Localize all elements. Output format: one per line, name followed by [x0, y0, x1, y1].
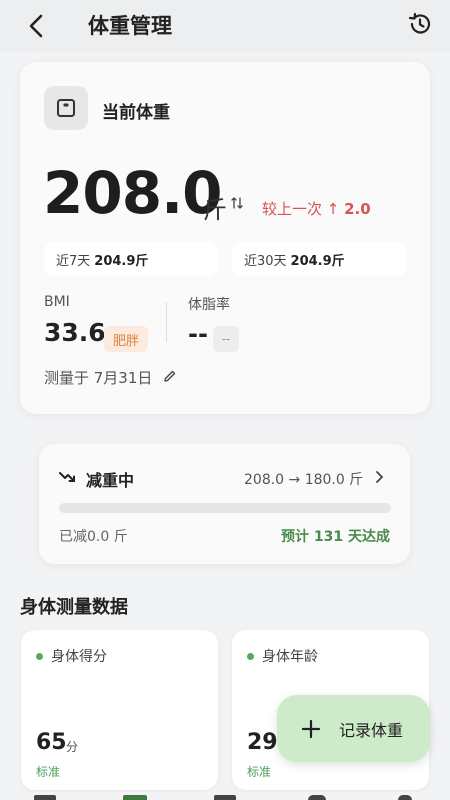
body-score-value: 65 [36, 730, 67, 755]
current-weight-value: 208.0 [43, 159, 222, 227]
avg-30-days-label: 近30天 [244, 253, 287, 269]
body-fat-value: -- [188, 320, 208, 348]
current-weight-card: 当前体重 208.0 斤 较上一次 ↑ 2.0 近7天 204.9斤 近30天 … [20, 62, 430, 414]
page-title: 体重管理 [88, 14, 172, 38]
avg-7-days-chip: 近7天 204.9斤 [44, 242, 218, 276]
status-dot [247, 653, 254, 660]
bmi-value: 33.6 [44, 318, 106, 347]
chevron-left-icon [29, 14, 43, 38]
weight-delta-value: 2.0 [344, 200, 371, 218]
goal-status-title: 减重中 [86, 471, 135, 490]
body-fat-label: 体脂率 [188, 297, 230, 313]
weight-delta-label: 较上一次 ↑ [262, 200, 340, 218]
body-score-unit: 分 [66, 740, 79, 754]
avg-30-days-value: 204.9斤 [290, 253, 345, 269]
measured-date: 测量于 7月31日 [44, 369, 153, 387]
unit-swap-icon[interactable] [231, 196, 243, 210]
record-weight-button[interactable]: 记录体重 [277, 695, 430, 762]
nav-item-stats[interactable] [214, 795, 236, 800]
trending-down-icon [59, 472, 75, 482]
goal-progress-bar [59, 503, 391, 513]
goal-eta: 预计 131 天达成 [281, 529, 390, 545]
bmi-status-badge: 肥胖 [104, 326, 148, 352]
nav-item-record[interactable] [123, 795, 147, 800]
record-weight-label: 记录体重 [339, 720, 404, 740]
body-score-label: 身体得分 [51, 649, 107, 665]
back-button[interactable] [22, 12, 50, 40]
history-icon [408, 12, 431, 34]
history-button[interactable] [405, 9, 435, 39]
top-app-bar: 体重管理 [0, 0, 450, 52]
status-dot [36, 653, 43, 660]
nav-item-discover[interactable] [308, 795, 326, 800]
current-weight-title: 当前体重 [102, 103, 170, 123]
weight-lost: 已减0.0 斤 [59, 529, 128, 545]
metric-divider [166, 302, 167, 342]
body-measurement-title: 身体测量数据 [20, 597, 128, 618]
body-age-status: 标准 [247, 765, 272, 779]
body-fat-status-badge: -- [213, 326, 239, 352]
body-age-value: 29 [247, 730, 278, 755]
scale-icon-box [44, 86, 88, 130]
body-age-label: 身体年龄 [262, 649, 318, 665]
bmi-label: BMI [44, 294, 70, 310]
body-score-status: 标准 [36, 765, 61, 779]
goal-range: 208.0 → 180.0 斤 [244, 472, 364, 488]
avg-7-days-label: 近7天 [56, 253, 91, 269]
body-score-card[interactable]: 身体得分 65 分 标准 [21, 630, 218, 790]
scale-icon [57, 99, 75, 117]
weight-unit: 斤 [203, 196, 227, 224]
nav-item-home[interactable] [34, 795, 56, 800]
avg-7-days-value: 204.9斤 [94, 253, 149, 269]
edit-pencil-icon[interactable] [163, 369, 177, 383]
avg-30-days-chip: 近30天 204.9斤 [232, 242, 406, 276]
weight-delta: 较上一次 ↑ 2.0 [262, 198, 371, 219]
nav-item-profile[interactable] [398, 795, 412, 800]
weight-goal-card[interactable]: 减重中 208.0 → 180.0 斤 已减0.0 斤 预计 131 天达成 [39, 444, 410, 564]
chevron-right-icon [376, 471, 383, 483]
plus-icon [301, 719, 321, 738]
